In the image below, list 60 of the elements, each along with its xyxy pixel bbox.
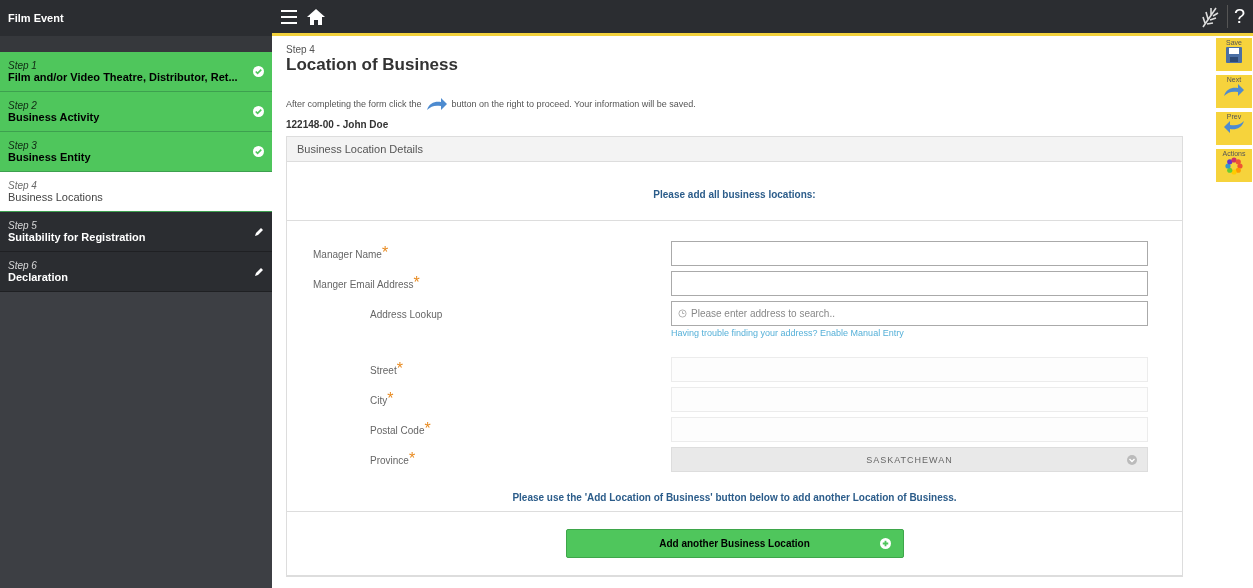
arrow-right-icon — [425, 97, 448, 111]
menu-icon[interactable] — [280, 8, 298, 25]
note-text: Please use the 'Add Location of Business' button below to add another Location of Business. — [287, 472, 1182, 512]
field-label: Manager Name — [313, 249, 382, 260]
step-label: Declaration — [8, 271, 69, 283]
arrow-right-icon — [1223, 83, 1245, 97]
address-search-field[interactable]: Please enter address to search.. — [671, 301, 1148, 326]
prompt-text: Please add all business locations: — [287, 162, 1182, 221]
pencil-icon — [254, 266, 264, 277]
clock-icon — [678, 309, 687, 318]
check-icon — [253, 106, 264, 117]
add-location-button[interactable]: Add another Business Location — [565, 529, 904, 558]
text-field[interactable] — [671, 271, 1148, 296]
applicant-name: 122148-00 - John Doe — [286, 119, 390, 130]
plus-icon — [879, 538, 891, 549]
field-label: City — [370, 395, 388, 406]
step-item[interactable]: Step 3 Business Entity — [0, 132, 272, 172]
panel-title: Business Location Details — [287, 137, 1182, 162]
field-label: Street — [370, 365, 397, 376]
step-item[interactable]: Step 2 Business Activity — [0, 92, 272, 132]
step-number: Step 5 — [8, 220, 38, 231]
step-label: Film and/or Video Theatre, Distributor, Ret... — [8, 71, 239, 83]
step-label: Business Entity — [8, 151, 92, 163]
page-title: Location of Business — [286, 55, 459, 75]
required-mark: * — [381, 244, 389, 261]
step-number: Step 1 — [8, 60, 38, 71]
step-number: Step 2 — [8, 100, 38, 111]
required-mark: * — [413, 274, 420, 291]
check-icon — [253, 66, 264, 77]
pencil-icon — [254, 226, 264, 237]
step-number: Step 4 — [8, 180, 38, 191]
help-button[interactable]: ? — [1226, 5, 1245, 28]
step-item[interactable]: Step 5 Suitability for Registration — [0, 212, 272, 252]
chevron-down-icon — [1127, 454, 1137, 465]
step-item[interactable]: Step 4 Business Locations — [0, 172, 272, 212]
step-item[interactable]: Step 6 Declaration — [0, 252, 272, 292]
field-label: Manger Email Address — [313, 279, 414, 290]
field-label: Postal Code — [370, 425, 425, 436]
gear-ring-icon — [1225, 157, 1243, 175]
step-number: Step 6 — [8, 260, 38, 271]
required-mark: * — [387, 390, 394, 407]
app-title: Film Event — [0, 0, 272, 36]
check-icon — [253, 146, 264, 157]
step-item[interactable]: Step 1 Film and/or Video Theatre, Distributor, Ret... — [0, 52, 272, 92]
field-label: Province — [370, 455, 409, 466]
step-label: Suitability for Registration — [8, 231, 147, 243]
field-label: Address Lookup — [370, 309, 443, 320]
step-number: Step 3 — [8, 140, 38, 151]
step-label: Business Locations — [8, 191, 104, 203]
instruction-text: button on the right to proceed. Your information will be saved. — [451, 99, 696, 109]
arrow-left-icon — [1223, 120, 1245, 134]
wheat-logo-icon — [1200, 5, 1219, 28]
required-mark: * — [424, 420, 431, 437]
required-mark: * — [396, 360, 403, 377]
instruction-text: After completing the form click the — [286, 99, 422, 109]
step-label: Business Activity — [8, 111, 101, 123]
text-field[interactable] — [671, 241, 1148, 266]
required-mark: * — [408, 450, 416, 467]
step-caption: Step 4 — [286, 44, 316, 55]
home-icon[interactable] — [306, 7, 326, 26]
